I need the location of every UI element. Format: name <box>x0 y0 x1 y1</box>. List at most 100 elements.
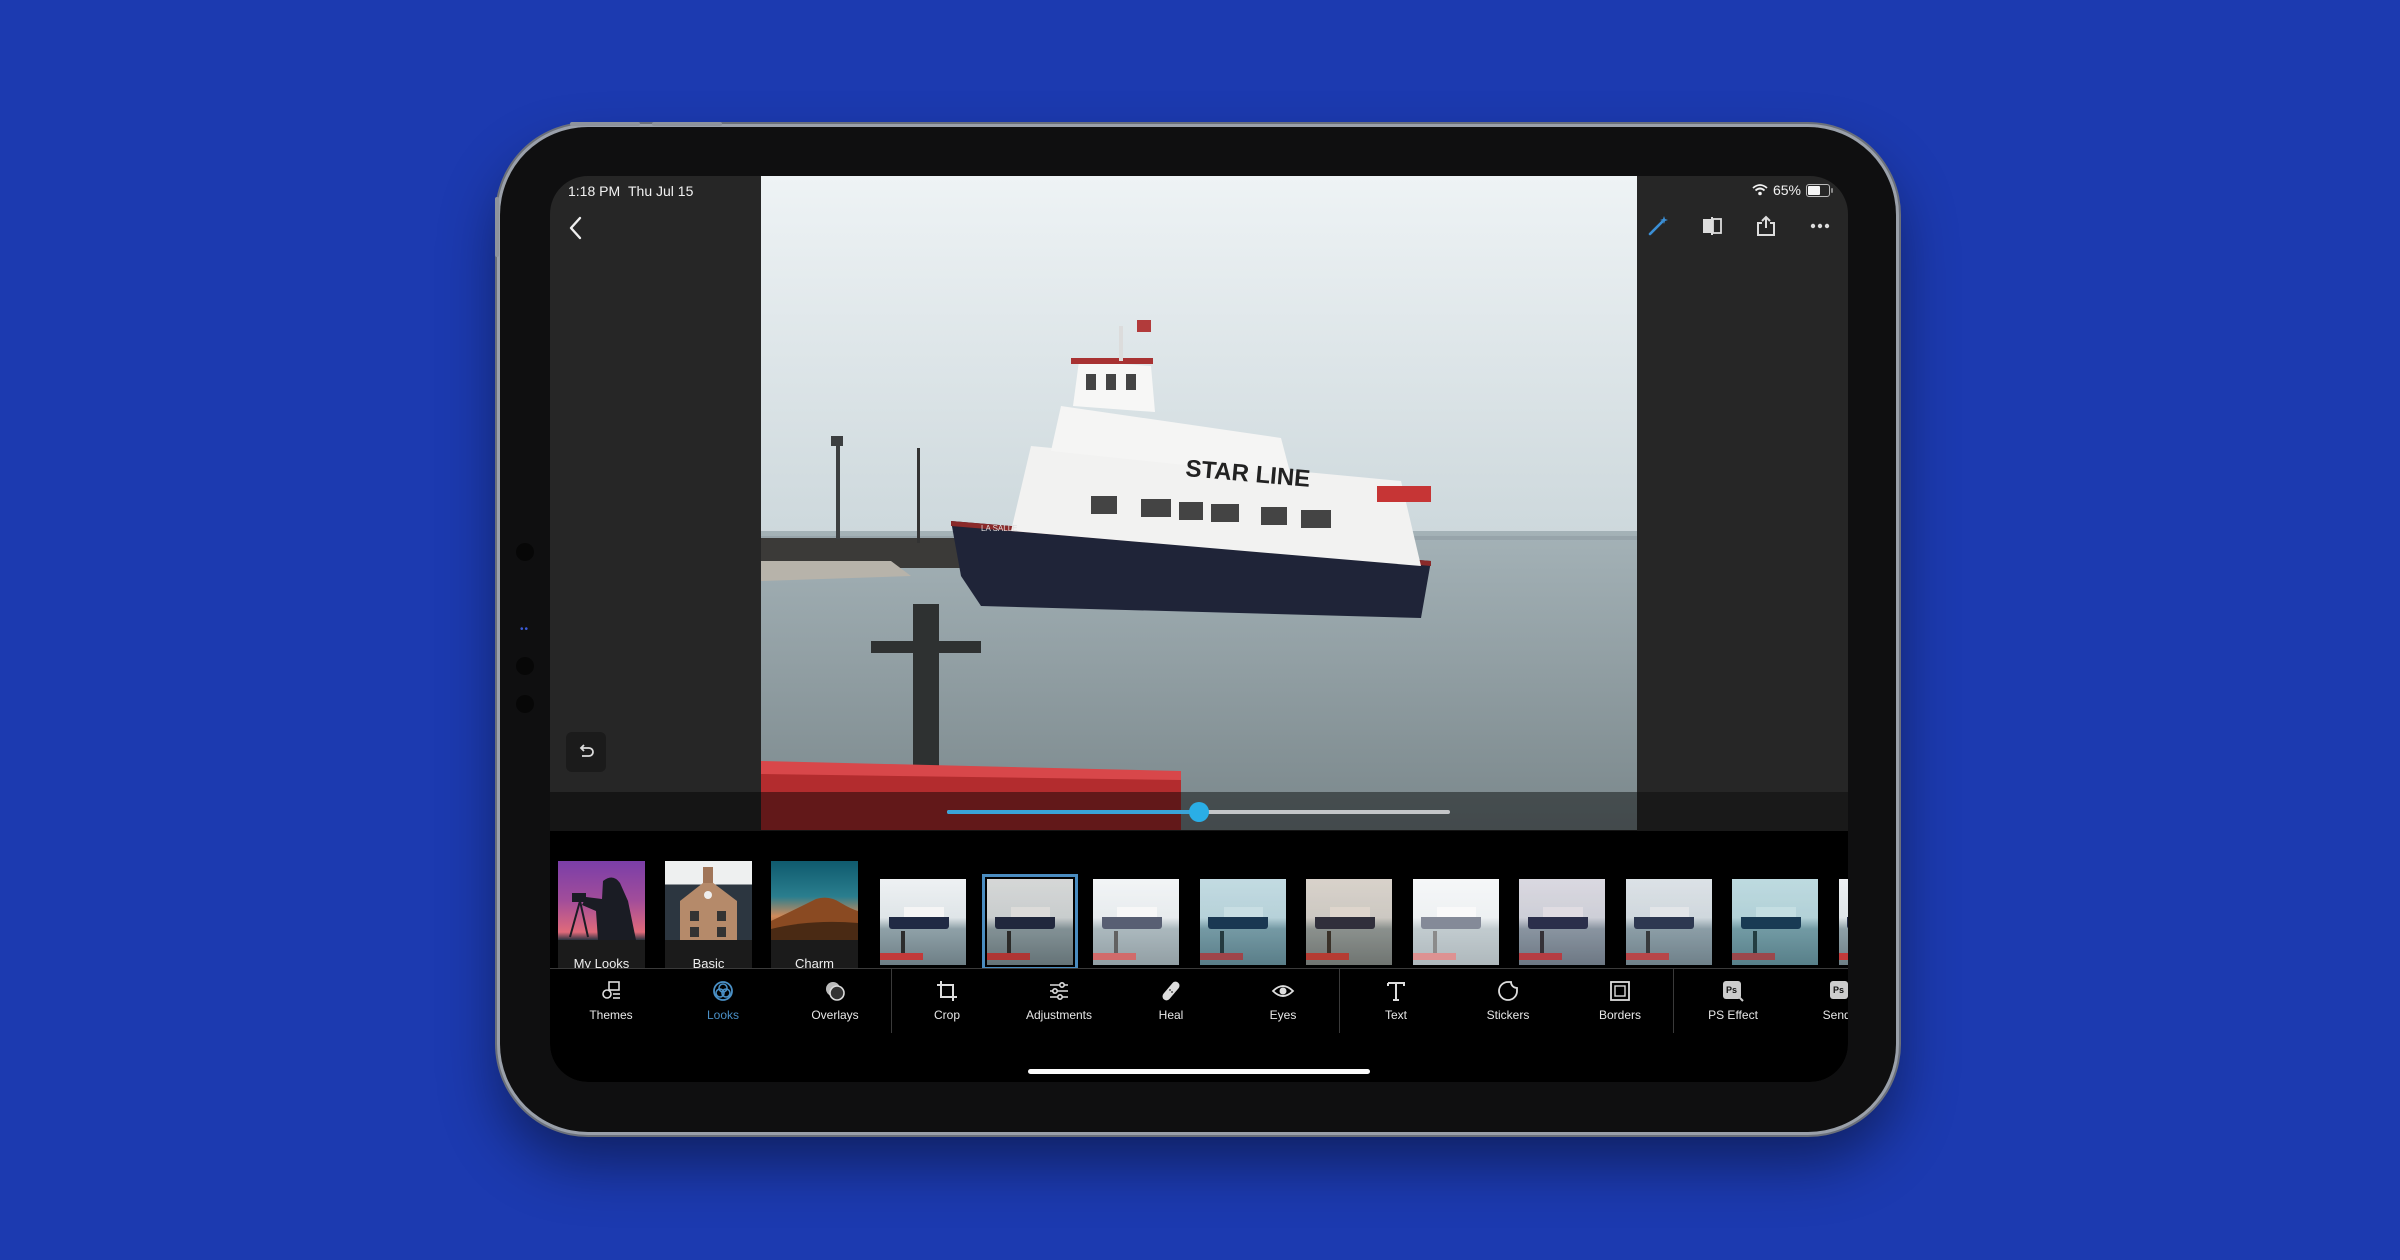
filter-charm8[interactable]: Charm8 <box>1732 879 1818 968</box>
category-my-looks[interactable]: My Looks <box>558 861 645 968</box>
undo-button[interactable] <box>566 732 606 772</box>
svg-text:Ps: Ps <box>1726 985 1737 995</box>
top-button-2 <box>652 122 722 126</box>
tool-label: Eyes <box>1269 1008 1297 1022</box>
magic-wand-icon <box>1648 216 1668 236</box>
share-icon <box>1757 215 1775 236</box>
compare-icon <box>1703 217 1722 235</box>
category-charm[interactable]: Charm <box>771 861 858 968</box>
tool-ps-effect[interactable]: Ps PS Effect <box>1688 969 1778 1034</box>
category-basic[interactable]: Basic <box>665 861 752 968</box>
basic-art <box>665 861 752 940</box>
tool-label: Text <box>1384 1008 1407 1022</box>
tool-label: Adjustments <box>1025 1008 1093 1022</box>
tool-looks[interactable]: Looks <box>678 969 768 1034</box>
filter-charm1[interactable]: Charm1 <box>981 874 1078 968</box>
home-indicator[interactable] <box>1028 1069 1370 1074</box>
filter-thumbnail <box>1199 879 1286 965</box>
filter-charm2[interactable]: Charm2 <box>1093 879 1179 968</box>
adjustments-icon <box>1047 979 1071 1003</box>
filter-charm5[interactable]: Charm5 <box>1412 879 1499 968</box>
share-button[interactable] <box>1750 210 1782 242</box>
camera-indicator: •• <box>520 624 530 635</box>
tool-stickers[interactable]: Stickers <box>1463 969 1553 1034</box>
filter-thumbnail <box>880 879 966 965</box>
slider-band-left <box>550 792 761 831</box>
category-label: My Looks <box>573 956 630 968</box>
slider-progress <box>947 810 1199 814</box>
tool-eyes[interactable]: Eyes <box>1238 969 1328 1034</box>
toolbar-divider <box>1673 969 1674 1034</box>
slider-band-right <box>1637 792 1848 831</box>
filter-charm7[interactable]: Charm7 <box>1625 879 1712 968</box>
filter-charm6[interactable]: Charm6 <box>1519 879 1605 968</box>
tool-crop[interactable]: Crop <box>902 969 992 1034</box>
filter-charm4[interactable]: Charm4 <box>1306 879 1392 968</box>
filter-thumbnail <box>1412 879 1499 965</box>
tool-label: Send t <box>1822 1008 1848 1022</box>
filter-thumbnail <box>1838 879 1848 965</box>
sensor-dot <box>516 657 534 675</box>
more-button[interactable] <box>1804 210 1836 242</box>
borders-icon <box>1608 979 1632 1003</box>
ps-send-icon: Ps <box>1828 979 1848 1003</box>
slider-thumb[interactable] <box>1188 802 1209 822</box>
top-toolbar <box>1642 210 1848 242</box>
tool-label: Crop <box>933 1008 960 1022</box>
filter-thumbnail <box>1519 879 1605 965</box>
tool-label: Themes <box>589 1008 633 1022</box>
undo-icon <box>579 744 594 757</box>
tool-themes[interactable]: Themes <box>566 969 656 1034</box>
tool-text[interactable]: Text <box>1351 969 1441 1034</box>
back-button[interactable] <box>562 210 592 246</box>
my-looks-art <box>558 861 645 940</box>
ps-effect-icon: Ps <box>1721 979 1745 1003</box>
auto-fix-button[interactable] <box>1642 210 1674 242</box>
tool-borders[interactable]: Borders <box>1575 969 1665 1034</box>
filter-thumbnail <box>1093 879 1179 965</box>
tool-label: PS Effect <box>1708 1008 1758 1022</box>
status-right: 65% <box>1752 182 1833 198</box>
tool-label: Looks <box>706 1008 740 1022</box>
house-illustration <box>680 867 737 940</box>
tool-label: Borders <box>1598 1008 1642 1022</box>
tool-overlays[interactable]: Overlays <box>790 969 880 1034</box>
battery-icon <box>1806 183 1833 197</box>
compare-button[interactable] <box>1696 210 1728 242</box>
overlays-icon <box>823 979 847 1003</box>
top-button <box>570 122 640 126</box>
photo-image: STAR LINE LA SALLE <box>761 176 1637 830</box>
filter-thumbnail <box>1625 879 1712 965</box>
filter-normal[interactable]: Normal <box>880 879 966 968</box>
status-time: 1:18 PM <box>568 183 621 199</box>
looks-strip: My Looks Basic Charm <box>550 831 1848 968</box>
status-bar: 1:18 PM Thu Jul 15 65% <box>550 176 1848 212</box>
crop-icon <box>935 979 959 1003</box>
filter-partial[interactable] <box>1838 879 1848 965</box>
tool-label: Overlays <box>811 1008 859 1022</box>
charm-art <box>771 861 858 940</box>
wifi-icon <box>1752 184 1768 196</box>
status-date: Thu Jul 15 <box>628 183 694 199</box>
tool-label: Stickers <box>1486 1008 1530 1022</box>
filter-charm3[interactable]: Charm3 <box>1199 879 1286 968</box>
home-area <box>550 1033 1848 1082</box>
tool-adjustments[interactable]: Adjustments <box>1014 969 1104 1034</box>
tool-heal[interactable]: Heal <box>1126 969 1216 1034</box>
heal-icon <box>1159 979 1183 1003</box>
mountain-illustration <box>771 897 858 940</box>
tool-send-t[interactable]: Ps Send t <box>1795 969 1848 1034</box>
filter-thumbnail <box>981 874 1078 968</box>
toolbar-divider <box>1339 969 1340 1034</box>
looks-icon <box>711 979 735 1003</box>
more-icon <box>1810 223 1830 229</box>
tool-label: Heal <box>1158 1008 1184 1022</box>
intensity-slider[interactable] <box>947 792 1450 831</box>
toolbar-divider <box>891 969 892 1034</box>
photo-canvas[interactable]: STAR LINE LA SALLE <box>761 176 1637 830</box>
eye-icon <box>1271 979 1295 1003</box>
category-label: Charm <box>794 956 834 968</box>
sensor-dot <box>516 543 534 561</box>
app-screen: 1:18 PM Thu Jul 15 65% STAR LINE LA SALL… <box>550 176 1848 1082</box>
side-button <box>495 197 499 257</box>
